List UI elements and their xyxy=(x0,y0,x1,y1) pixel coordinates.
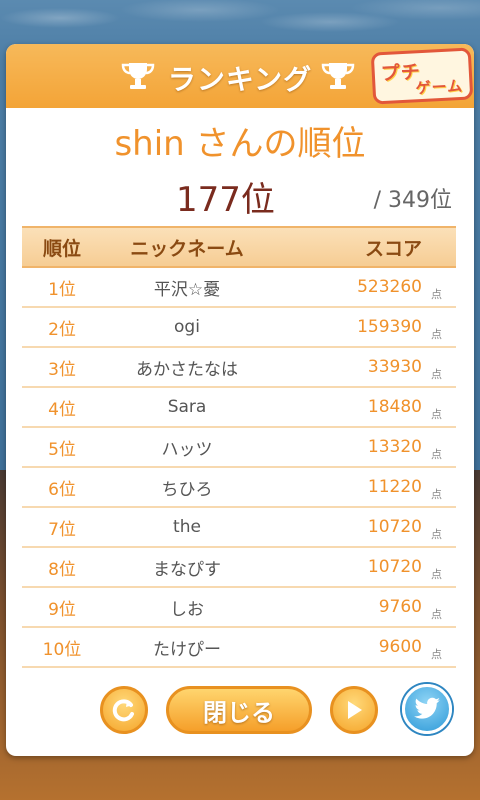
header-score: スコア xyxy=(364,237,422,260)
row-score: 10720 xyxy=(367,557,422,577)
row-score: 9760 xyxy=(378,597,422,617)
row-score: 33930 xyxy=(367,357,422,377)
row-score: 10720 xyxy=(367,517,422,537)
row-score: 18480 xyxy=(367,397,422,417)
row-name: 平沢☆憂 xyxy=(153,279,221,300)
row-rank: 10位 xyxy=(42,639,82,660)
table-row: 7位 the 10720 点 xyxy=(22,508,456,548)
ranking-panel: ランキング プチ ゲーム shin さんの順位 177位 / 349位 順位 ニ… xyxy=(6,44,474,756)
row-name: ogi xyxy=(174,317,200,337)
row-unit: 点 xyxy=(431,288,442,301)
row-unit: 点 xyxy=(431,488,442,501)
row-rank: 7位 xyxy=(48,519,76,540)
table-row: 3位 あかさたなは 33930 点 xyxy=(22,348,456,388)
row-name: the xyxy=(173,517,201,537)
row-name: ちひろ xyxy=(161,479,213,500)
row-rank: 8位 xyxy=(48,559,76,580)
table-row: 9位 しお 9760 点 xyxy=(22,588,456,628)
table-row: 1位 平沢☆憂 523260 点 xyxy=(22,268,456,308)
twitter-button[interactable] xyxy=(402,684,452,734)
row-score: 9600 xyxy=(378,637,422,657)
table-row: 8位 まなぴす 10720 点 xyxy=(22,548,456,588)
twitter-bird-icon xyxy=(414,697,440,719)
row-name: あかさたなは xyxy=(136,359,238,380)
total-players: / 349位 xyxy=(373,188,452,213)
table-row: 2位 ogi 159390 点 xyxy=(22,308,456,348)
row-rank: 2位 xyxy=(48,319,76,340)
row-rank: 4位 xyxy=(48,399,76,420)
row-rank: 6位 xyxy=(48,479,76,500)
table-row: 10位 たけぴー 9600 点 xyxy=(22,628,456,668)
row-name: まなぴす xyxy=(153,559,221,580)
table-row: 4位 Sara 18480 点 xyxy=(22,388,456,428)
row-unit: 点 xyxy=(431,528,442,541)
petit-game-logo: プチ ゲーム xyxy=(370,47,474,105)
page-title: shin さんの順位 xyxy=(114,124,366,164)
row-score: 159390 xyxy=(357,317,422,337)
table-header: 順位 ニックネーム スコア xyxy=(22,226,456,268)
row-rank: 5位 xyxy=(48,439,76,460)
logo-text-line2: ゲーム xyxy=(415,76,464,98)
row-unit: 点 xyxy=(431,608,442,621)
ranking-table: 順位 ニックネーム スコア 1位 平沢☆憂 523260 点 2位 ogi 15… xyxy=(22,226,456,668)
trophy-icon xyxy=(321,63,355,89)
row-score: 13320 xyxy=(367,437,422,457)
header-rank: 順位 xyxy=(42,237,81,260)
row-unit: 点 xyxy=(431,408,442,421)
row-name: ハッツ xyxy=(161,439,213,460)
next-button[interactable] xyxy=(330,686,378,734)
header-nickname: ニックネーム xyxy=(130,237,244,260)
row-score: 11220 xyxy=(367,477,422,497)
row-name: Sara xyxy=(167,397,207,417)
row-rank: 9位 xyxy=(48,599,76,620)
row-unit: 点 xyxy=(431,448,442,461)
row-unit: 点 xyxy=(431,328,442,341)
row-name: しお xyxy=(170,599,204,620)
row-unit: 点 xyxy=(431,568,442,581)
row-name: たけぴー xyxy=(153,639,221,660)
row-unit: 点 xyxy=(431,648,442,661)
refresh-button[interactable] xyxy=(100,686,148,734)
row-rank: 1位 xyxy=(48,279,76,300)
table-row: 6位 ちひろ 11220 点 xyxy=(22,468,456,508)
play-icon xyxy=(348,701,362,719)
table-row: 5位 ハッツ 13320 点 xyxy=(22,428,456,468)
row-rank: 3位 xyxy=(48,359,76,380)
my-rank: 177位 xyxy=(176,180,275,220)
refresh-icon xyxy=(112,699,134,722)
row-score: 523260 xyxy=(357,277,422,297)
close-button[interactable]: 閉じる xyxy=(166,686,312,734)
row-unit: 点 xyxy=(431,368,442,381)
ranking-header: ランキング プチ ゲーム xyxy=(6,44,474,108)
